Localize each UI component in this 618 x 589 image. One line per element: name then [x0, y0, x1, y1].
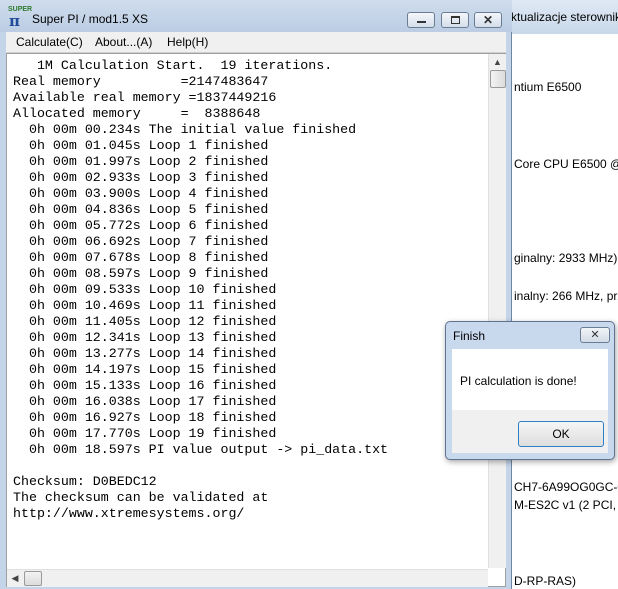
dialog-message: PI calculation is done!: [460, 374, 577, 388]
menu-item-help-h[interactable]: Help(H): [167, 35, 208, 49]
ok-button[interactable]: OK: [518, 421, 604, 447]
log-line: 0h 00m 10.469s Loop 11 finished: [13, 298, 277, 313]
close-icon: ✕: [590, 329, 600, 341]
background-window-titlebar: ktualizacje sterownik: [506, 0, 618, 34]
log-line: The checksum can be validated at: [13, 490, 269, 505]
log-line: 0h 00m 04.836s Loop 5 finished: [13, 202, 269, 217]
horizontal-scroll-thumb[interactable]: [24, 571, 42, 586]
minimize-button[interactable]: [407, 12, 435, 28]
log-line: 0h 00m 00.234s The initial value finishe…: [13, 122, 357, 137]
log-line: 1M Calculation Start. 19 iterations.: [13, 58, 333, 73]
log-line: 0h 00m 11.405s Loop 12 finished: [13, 314, 277, 329]
log-line: 0h 00m 03.900s Loop 4 finished: [13, 186, 269, 201]
log-line: 0h 00m 01.045s Loop 1 finished: [13, 138, 269, 153]
log-line: 0h 00m 02.933s Loop 3 finished: [13, 170, 269, 185]
log-line: 0h 00m 06.692s Loop 7 finished: [13, 234, 269, 249]
menu-item-about-a[interactable]: About...(A): [95, 35, 152, 49]
log-line: 0h 00m 05.772s Loop 6 finished: [13, 218, 269, 233]
close-icon: ✕: [482, 13, 494, 27]
log-line: 0h 00m 16.927s Loop 18 finished: [13, 410, 277, 425]
output-panel: 1M Calculation Start. 19 iterations. Real…: [6, 53, 506, 587]
log-line: 0h 00m 15.133s Loop 16 finished: [13, 378, 277, 393]
log-line: 0h 00m 07.678s Loop 8 finished: [13, 250, 269, 265]
vertical-scrollbar[interactable]: ▲: [488, 54, 506, 568]
dialog-footer: OK: [452, 410, 608, 453]
log-line: Allocated memory = 8388648: [13, 106, 261, 121]
background-window-text: ginalny: 2933 MHz): [514, 251, 618, 265]
log-line: 0h 00m 16.038s Loop 17 finished: [13, 394, 277, 409]
calculation-log: 1M Calculation Start. 19 iterations. Real…: [13, 58, 483, 522]
log-line: 0h 00m 14.197s Loop 15 finished: [13, 362, 277, 377]
finish-dialog: Finish ✕ PI calculation is done! OK: [445, 321, 615, 460]
background-window-title: ktualizacje sterownik: [511, 10, 618, 24]
maximize-button[interactable]: [441, 12, 469, 28]
background-window-text: inalny: 266 MHz, prz: [514, 289, 618, 303]
horizontal-scrollbar[interactable]: ◀: [7, 569, 488, 587]
background-window: ktualizacje sterownik ntium E6500 Core CP…: [506, 0, 618, 589]
background-window-text: ntium E6500: [514, 80, 582, 94]
log-line: 0h 00m 01.997s Loop 2 finished: [13, 154, 269, 169]
dialog-close-button[interactable]: ✕: [580, 327, 610, 343]
log-line: 0h 00m 18.597s PI value output -> pi_dat…: [13, 442, 389, 457]
close-button[interactable]: ✕: [474, 12, 502, 28]
log-line: 0h 00m 08.597s Loop 9 finished: [13, 266, 269, 281]
vertical-scroll-thumb[interactable]: [490, 70, 506, 88]
log-line: 0h 00m 12.341s Loop 13 finished: [13, 330, 277, 345]
scroll-up-arrow-icon[interactable]: ▲: [489, 54, 506, 70]
log-line: Checksum: D0BEDC12: [13, 474, 157, 489]
background-window-text: M-ES2C v1 (2 PCI, 1: [514, 498, 618, 512]
scroll-left-arrow-icon[interactable]: ◀: [7, 570, 23, 587]
logo-pi-glyph: π: [9, 12, 20, 30]
superpi-window: SUPER π Super PI / mod1.5 XS ✕ Calculate…: [0, 0, 512, 589]
log-line: 0h 00m 17.770s Loop 19 finished: [13, 426, 277, 441]
superpi-logo-icon: SUPER π: [8, 6, 32, 30]
log-line: Available real memory =1837449216: [13, 90, 277, 105]
window-title: Super PI / mod1.5 XS: [32, 12, 149, 26]
background-window-text: CH7-6A99OG0GC-0: [514, 480, 618, 494]
window-titlebar[interactable]: SUPER π Super PI / mod1.5 XS ✕: [0, 0, 512, 32]
dialog-body: PI calculation is done! OK: [452, 349, 608, 453]
menu-item-calculate-c[interactable]: Calculate(C): [16, 35, 83, 49]
background-window-text: D-RP-RAS): [514, 574, 576, 588]
log-line: 0h 00m 13.277s Loop 14 finished: [13, 346, 277, 361]
log-line: Real memory =2147483647: [13, 74, 269, 89]
log-line: 0h 00m 09.533s Loop 10 finished: [13, 282, 277, 297]
background-window-text: Core CPU E6500 @ 2: [514, 157, 618, 171]
log-line: http://www.xtremesystems.org/: [13, 506, 245, 521]
dialog-title: Finish: [453, 329, 486, 343]
menu-bar: Calculate(C) About...(A) Help(H): [6, 32, 506, 53]
